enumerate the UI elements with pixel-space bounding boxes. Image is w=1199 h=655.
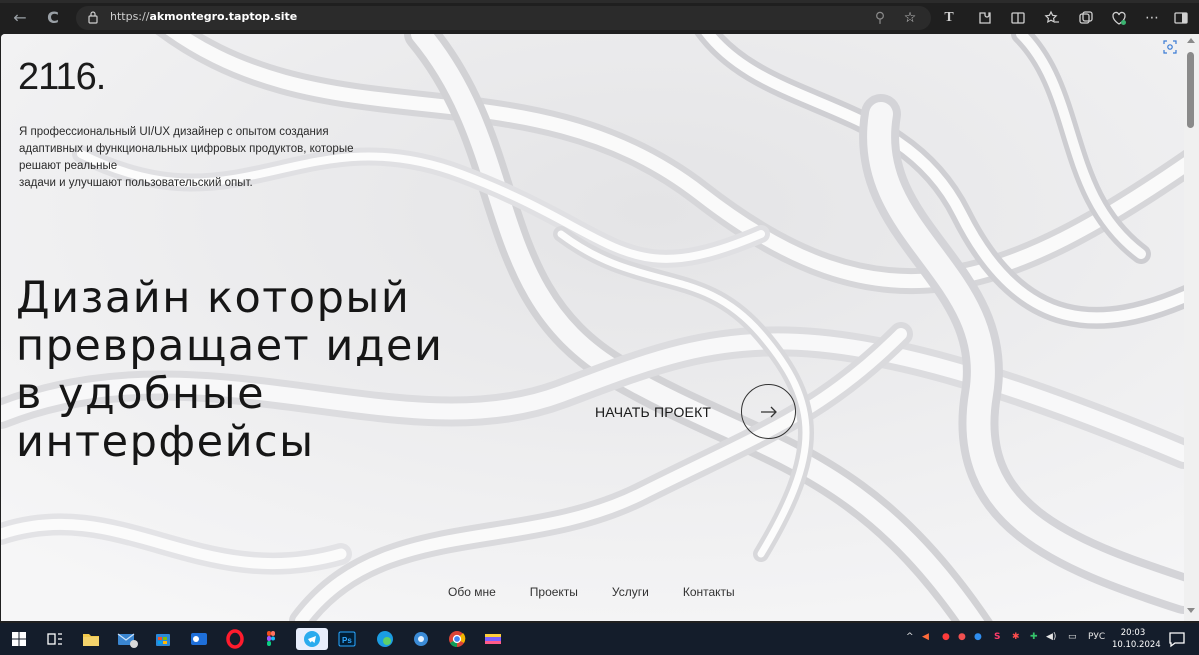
file-explorer-icon[interactable] bbox=[80, 628, 102, 650]
clock-time: 20:03 bbox=[1120, 628, 1146, 638]
browser-toolbar: ← C https://akmontegro.taptop.site ⚲ ☆ T… bbox=[0, 0, 1199, 34]
arrow-right-icon bbox=[760, 406, 777, 417]
outlook-icon[interactable] bbox=[188, 628, 210, 650]
tray-app-icon-3[interactable]: ● bbox=[958, 632, 966, 642]
tray-app-icon-5[interactable]: S bbox=[994, 632, 1000, 642]
photoshop-icon[interactable]: Ps bbox=[336, 628, 358, 650]
scrollbar-thumb[interactable] bbox=[1187, 52, 1194, 128]
address-bar[interactable]: https://akmontegro.taptop.site ⚲ ☆ bbox=[76, 6, 931, 30]
lock-icon bbox=[88, 11, 98, 24]
svg-text:Ps: Ps bbox=[342, 636, 352, 645]
opera-icon[interactable] bbox=[224, 628, 246, 650]
figma-icon[interactable] bbox=[260, 628, 282, 650]
chrome-icon[interactable] bbox=[446, 628, 468, 650]
clock-date: 10.10.2024 bbox=[1112, 640, 1161, 650]
notifications-icon[interactable] bbox=[1166, 628, 1188, 650]
media-app-icon[interactable] bbox=[482, 628, 504, 650]
scroll-up-arrow-icon[interactable] bbox=[1187, 38, 1195, 43]
back-icon[interactable]: ← bbox=[10, 9, 30, 27]
nav-link-services[interactable]: Услуги bbox=[612, 585, 649, 599]
more-options-icon[interactable]: ⋯ bbox=[1143, 9, 1161, 27]
reader-mode-icon[interactable]: T bbox=[940, 9, 958, 27]
start-project-label[interactable]: НАЧАТЬ ПРОЕКТ bbox=[595, 404, 711, 420]
url-text: https://akmontegro.taptop.site bbox=[110, 10, 298, 23]
network-tray-icon[interactable]: ▭ bbox=[1068, 632, 1077, 642]
telegram-icon[interactable] bbox=[296, 628, 328, 650]
tray-app-icon-7[interactable]: ✚ bbox=[1030, 632, 1038, 642]
extensions-icon[interactable] bbox=[975, 9, 993, 27]
tray-app-icon-6[interactable]: ✱ bbox=[1012, 632, 1020, 642]
refresh-icon[interactable]: C bbox=[43, 9, 63, 27]
tray-expand-icon[interactable]: ^ bbox=[906, 632, 914, 642]
hero-heading: Дизайн который превращает идеи в удобные… bbox=[16, 273, 444, 467]
sidebar-toggle-icon[interactable] bbox=[1172, 9, 1190, 27]
network-app-icon[interactable] bbox=[410, 628, 432, 650]
tray-app-icon-1[interactable]: ◀ bbox=[922, 632, 929, 642]
language-indicator[interactable]: РУС bbox=[1088, 632, 1105, 642]
store-app-icon[interactable] bbox=[152, 628, 174, 650]
nav-link-projects[interactable]: Проекты bbox=[530, 585, 578, 599]
split-screen-icon[interactable] bbox=[1009, 9, 1027, 27]
nav-link-about[interactable]: Обо мне bbox=[448, 585, 496, 599]
scroll-down-arrow-icon[interactable] bbox=[1187, 608, 1195, 613]
windows-start-icon[interactable] bbox=[8, 628, 30, 650]
tray-app-icon-4[interactable]: ● bbox=[974, 632, 982, 642]
collections-icon[interactable] bbox=[1077, 9, 1095, 27]
brand-logo-text[interactable]: 2116. bbox=[18, 56, 106, 99]
intro-paragraph: Я профессиональный UI/UX дизайнер с опыт… bbox=[19, 126, 354, 189]
mail-app-icon[interactable] bbox=[116, 628, 138, 650]
web-page: 2116. Я профессиональный UI/UX дизайнер … bbox=[1, 34, 1184, 621]
footer-navigation: Обо мне Проекты Услуги Контакты bbox=[448, 585, 735, 599]
visual-search-icon[interactable] bbox=[1163, 40, 1177, 54]
favorites-icon[interactable] bbox=[1043, 9, 1061, 27]
nav-link-contacts[interactable]: Контакты bbox=[683, 585, 735, 599]
favorite-star-icon[interactable]: ☆ bbox=[901, 9, 919, 27]
volume-icon[interactable]: ◀) bbox=[1046, 632, 1056, 642]
browser-essentials-icon[interactable] bbox=[1110, 9, 1128, 27]
tray-app-icon-2[interactable]: ● bbox=[942, 632, 950, 642]
task-view-icon[interactable] bbox=[44, 628, 66, 650]
edge-browser-icon[interactable] bbox=[372, 628, 398, 650]
start-project-button[interactable] bbox=[741, 384, 796, 439]
windows-taskbar: Ps ^ ◀ ● ● ● S ✱ ✚ ◀) ▭ РУС 20:03 10.10.… bbox=[0, 623, 1199, 655]
zoom-icon[interactable]: ⚲ bbox=[871, 9, 889, 27]
tab-strip bbox=[0, 0, 1199, 3]
system-clock[interactable]: 20:03 10.10.2024 bbox=[1112, 627, 1161, 651]
